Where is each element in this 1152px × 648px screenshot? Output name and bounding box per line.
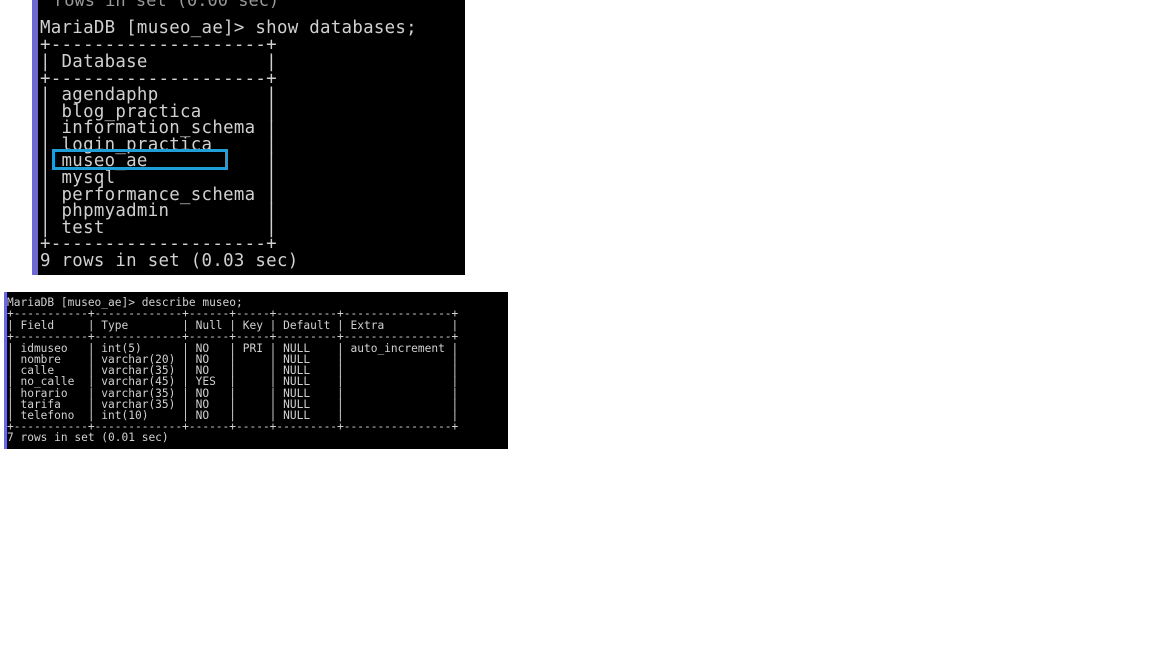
console-window-edge bbox=[32, 0, 38, 275]
selection-highlight-box bbox=[52, 149, 228, 170]
table-row: | no_calle | varchar(45) | YES | | NULL … bbox=[7, 375, 459, 388]
table-border-top: +-----------+-------------+------+-----+… bbox=[7, 307, 459, 320]
table-border-mid: +-----------+-------------+------+-----+… bbox=[7, 330, 459, 343]
console-show-databases: rows in set (0.00 sec) MariaDB [museo_ae… bbox=[32, 0, 465, 275]
result-footer: 7 rows in set (0.01 sec) bbox=[7, 431, 169, 444]
console-describe-table: MariaDB [museo_ae]> describe museo; +---… bbox=[4, 292, 508, 449]
previous-output-line: rows in set (0.00 sec) bbox=[54, 0, 280, 11]
result-footer: 9 rows in set (0.03 sec) bbox=[40, 251, 299, 271]
